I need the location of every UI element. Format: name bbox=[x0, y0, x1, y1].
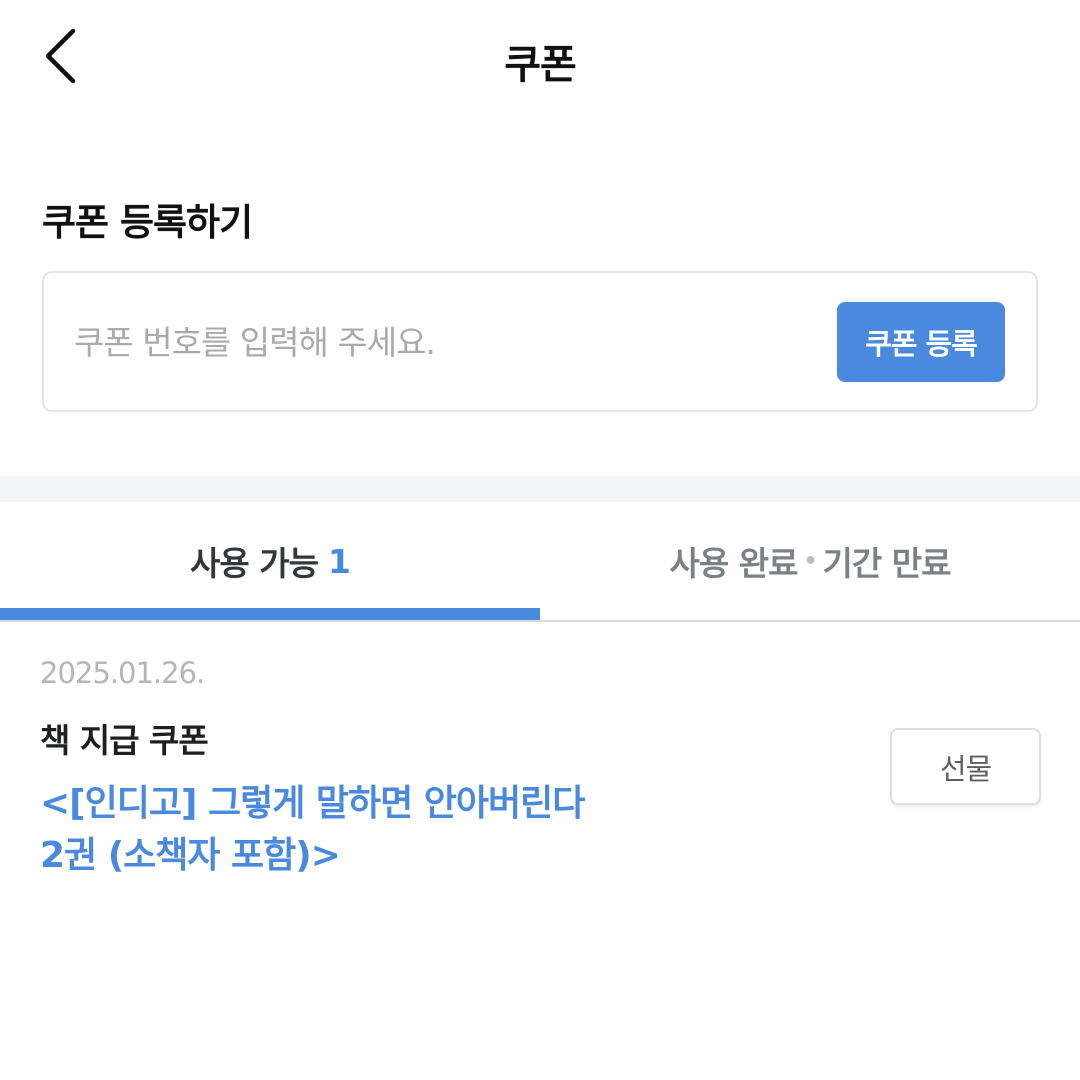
tab-separator-dot: • bbox=[803, 548, 817, 574]
coupon-code-input[interactable] bbox=[74, 305, 814, 379]
coupon-description-line-2: 2권 (소책자 포함)> bbox=[40, 835, 341, 876]
coupon-list-item: 2025.01.26. 책 지급 쿠폰 <[인디고] 그렇게 말하면 안아버린다… bbox=[0, 622, 1080, 922]
header: 쿠폰 bbox=[0, 0, 1080, 115]
tab-used-expired[interactable]: 사용 완료 • 기간 만료 bbox=[540, 502, 1080, 620]
coupon-page: 쿠폰 쿠폰 등록하기 쿠폰 등록 사용 가능 1 사용 완료 • 기간 만료 2… bbox=[0, 0, 1080, 1080]
coupon-name: 책 지급 쿠폰 bbox=[40, 721, 209, 760]
coupon-tabs: 사용 가능 1 사용 완료 • 기간 만료 bbox=[0, 502, 1080, 622]
coupon-date: 2025.01.26. bbox=[40, 656, 205, 690]
tab-available-count: 1 bbox=[327, 541, 351, 581]
tab-available-label: 사용 가능 bbox=[190, 544, 319, 583]
tab-available[interactable]: 사용 가능 1 bbox=[0, 502, 540, 620]
page-title: 쿠폰 bbox=[504, 42, 577, 88]
coupon-description-line-1: <[인디고] 그렇게 말하면 안아버린다 bbox=[40, 783, 585, 824]
tab-used-label: 사용 완료 bbox=[669, 544, 799, 583]
coupon-register-box: 쿠폰 등록 bbox=[42, 271, 1038, 412]
tab-expired-label: 기간 만료 bbox=[822, 544, 952, 583]
gift-button[interactable]: 선물 bbox=[890, 728, 1041, 805]
coupon-register-button[interactable]: 쿠폰 등록 bbox=[837, 302, 1005, 382]
section-divider bbox=[0, 476, 1080, 502]
active-tab-indicator bbox=[0, 608, 540, 620]
register-section-title: 쿠폰 등록하기 bbox=[42, 201, 253, 244]
coupon-description: <[인디고] 그렇게 말하면 안아버린다 2권 (소책자 포함)> bbox=[40, 778, 800, 882]
